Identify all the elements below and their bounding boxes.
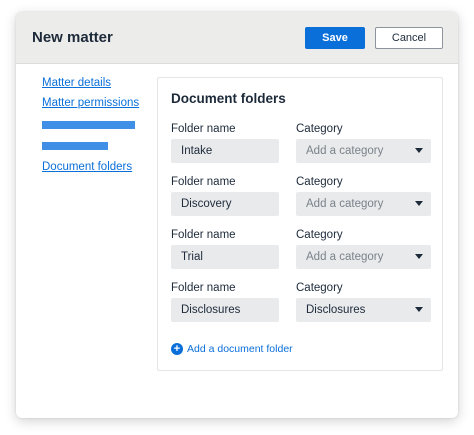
add-document-folder-label: Add a document folder [187, 343, 293, 355]
category-value: Disclosures [306, 304, 366, 316]
category-select[interactable]: Disclosures [296, 298, 431, 322]
sidebar-link-document-folders[interactable]: Document folders [42, 161, 132, 173]
dialog-title: New matter [32, 29, 113, 46]
cancel-button[interactable]: Cancel [375, 27, 443, 49]
category-label: Category [296, 176, 343, 188]
category-select[interactable]: Add a category [296, 139, 431, 163]
category-select[interactable]: Add a category [296, 192, 431, 216]
add-document-folder-button[interactable]: + Add a document folder [171, 343, 293, 355]
folder-name-input[interactable]: Discovery [171, 192, 279, 216]
folder-name-label: Folder name [171, 176, 236, 188]
sidebar-link-matter-permissions[interactable]: Matter permissions [42, 97, 139, 109]
chevron-down-icon [415, 201, 423, 206]
document-folders-panel: Document folders Folder name Category In… [157, 77, 443, 371]
folder-name-label: Folder name [171, 123, 236, 135]
folder-name-input[interactable]: Trial [171, 245, 279, 269]
category-label: Category [296, 282, 343, 294]
chevron-down-icon [415, 148, 423, 153]
folder-name-label: Folder name [171, 229, 236, 241]
chevron-down-icon [415, 254, 423, 259]
category-label: Category [296, 229, 343, 241]
new-matter-dialog: New matter Save Cancel Matter details Ma… [16, 12, 458, 418]
folder-name-input[interactable]: Intake [171, 139, 279, 163]
category-select[interactable]: Add a category [296, 245, 431, 269]
sidebar-placeholder-bar[interactable] [42, 142, 108, 150]
panel-title: Document folders [171, 91, 286, 106]
plus-circle-icon: + [171, 343, 183, 355]
folder-name-label: Folder name [171, 282, 236, 294]
dialog-header: New matter Save Cancel [16, 12, 458, 64]
folder-name-input[interactable]: Disclosures [171, 298, 279, 322]
chevron-down-icon [415, 307, 423, 312]
category-value: Add a category [306, 198, 384, 210]
category-value: Add a category [306, 251, 384, 263]
sidebar-link-matter-details[interactable]: Matter details [42, 77, 111, 89]
category-value: Add a category [306, 145, 384, 157]
save-button[interactable]: Save [305, 27, 365, 49]
sidebar-placeholder-bar[interactable] [42, 121, 135, 129]
category-label: Category [296, 123, 343, 135]
